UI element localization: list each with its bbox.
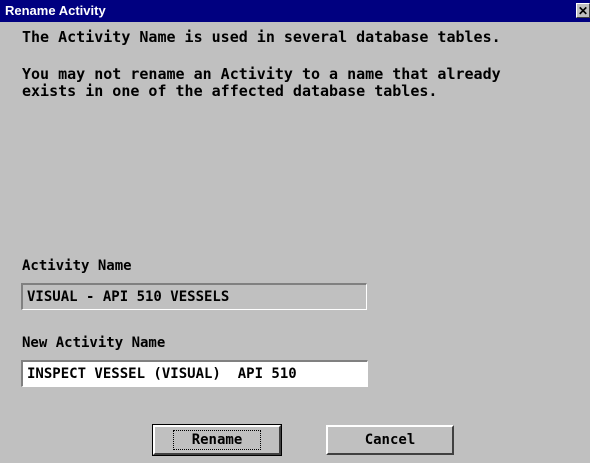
message-line-1: The Activity Name is used in several dat… [22,28,501,46]
rename-activity-dialog: Rename Activity ✕ The Activity Name is u… [0,0,590,463]
rename-button-label: Rename [172,430,262,450]
close-icon[interactable]: ✕ [576,3,590,18]
activity-name-field[interactable] [21,283,367,310]
new-activity-name-label: New Activity Name [22,335,166,351]
cancel-button[interactable]: Cancel [326,425,454,455]
cancel-button-label: Cancel [364,432,416,448]
window-title: Rename Activity [5,3,106,18]
activity-name-label: Activity Name [22,258,132,274]
rename-button[interactable]: Rename [152,424,282,456]
message-line-2: You may not rename an Activity to a name… [22,65,501,83]
title-bar[interactable]: Rename Activity ✕ [0,0,590,22]
message-line-3: exists in one of the affected database t… [22,82,438,100]
new-activity-name-field[interactable] [21,360,368,387]
